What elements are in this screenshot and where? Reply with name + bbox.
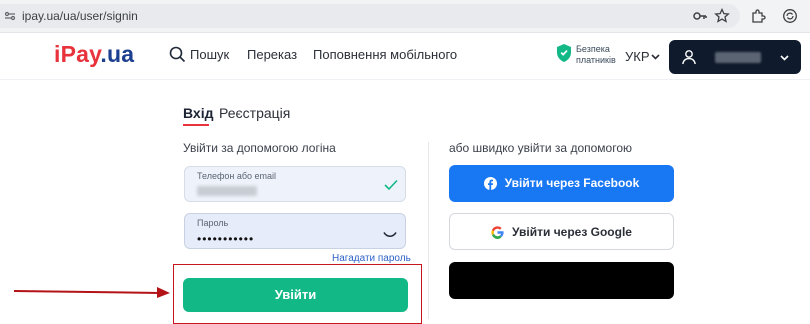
phone-email-label: Телефон або email xyxy=(197,171,277,181)
payer-safety-link[interactable]: Безпека платників xyxy=(576,44,616,66)
address-bar[interactable]: ipay.ua/ua/user/signin xyxy=(0,4,740,28)
active-tab-indicator xyxy=(183,124,209,126)
phone-email-value-redacted[interactable] xyxy=(197,186,257,196)
url-text[interactable]: ipay.ua/ua/user/signin xyxy=(22,9,138,23)
key-icon[interactable] xyxy=(692,8,708,24)
browser-toolbar: ipay.ua/ua/user/signin xyxy=(0,0,810,33)
site-settings-icon[interactable] xyxy=(4,10,16,22)
login-section-title: Увійти за допомогою логіна xyxy=(183,141,336,155)
user-icon xyxy=(682,50,696,65)
account-name-redacted xyxy=(715,52,761,63)
shield-icon[interactable] xyxy=(556,43,572,63)
nav-transfer[interactable]: Переказ xyxy=(247,47,297,62)
google-login-label: Увійти через Google xyxy=(512,225,632,239)
star-bookmark-icon[interactable] xyxy=(714,8,730,24)
password-value[interactable]: ••••••••••• xyxy=(197,232,254,246)
site-header: iPay.ua Пошук Переказ Поповнення мобільн… xyxy=(0,33,810,80)
account-menu[interactable] xyxy=(669,40,801,74)
password-field[interactable]: Пароль ••••••••••• xyxy=(184,213,406,249)
profile-sync-icon[interactable] xyxy=(782,8,798,24)
logo-suffix: .ua xyxy=(100,41,135,67)
chevron-down-icon[interactable] xyxy=(780,53,789,62)
tab-register[interactable]: Реєстрація xyxy=(219,105,290,121)
google-icon xyxy=(491,226,504,239)
show-password-icon[interactable] xyxy=(383,231,397,238)
ipay-logo[interactable]: iPay.ua xyxy=(54,41,134,68)
facebook-icon xyxy=(483,177,497,190)
column-divider xyxy=(428,142,429,319)
chevron-down-icon[interactable] xyxy=(651,52,660,61)
facebook-login-label: Увійти через Facebook xyxy=(504,176,640,190)
login-submit-button[interactable]: Увійти xyxy=(183,278,408,312)
check-icon xyxy=(384,179,398,191)
language-selector[interactable]: УКР xyxy=(625,49,650,64)
nav-search[interactable]: Пошук xyxy=(190,47,229,62)
tab-login[interactable]: Вхід xyxy=(183,105,214,121)
safety-line-1: Безпека xyxy=(576,44,610,54)
google-login-button[interactable]: Увійти через Google xyxy=(449,213,674,250)
forgot-password-link[interactable]: Нагадати пароль xyxy=(332,253,411,264)
phone-email-field[interactable]: Телефон або email xyxy=(184,166,406,202)
nav-mobile-topup[interactable]: Поповнення мобільного xyxy=(313,47,457,62)
redacted-login-button[interactable] xyxy=(449,262,674,299)
social-section-title: або швидко увійти за допомогою xyxy=(449,141,632,155)
search-icon[interactable] xyxy=(169,46,186,63)
facebook-login-button[interactable]: Увійти через Facebook xyxy=(449,165,674,202)
logo-primary: iPay xyxy=(54,41,101,67)
safety-line-2: платників xyxy=(576,55,616,65)
password-label: Пароль xyxy=(197,218,229,228)
extensions-puzzle-icon[interactable] xyxy=(750,8,766,24)
annotation-arrow-icon xyxy=(14,287,170,298)
